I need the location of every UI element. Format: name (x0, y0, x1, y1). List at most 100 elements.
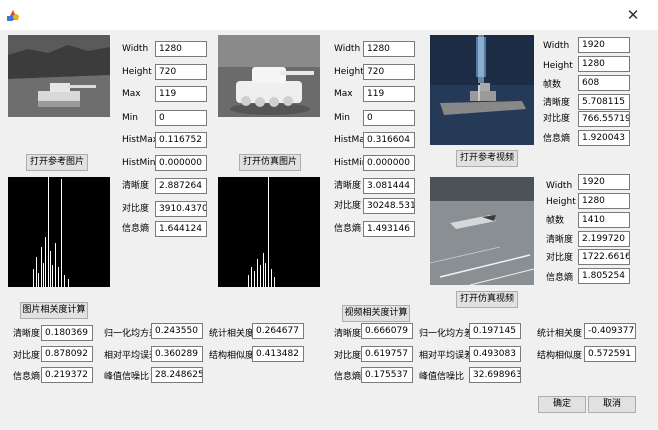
ref-image-preview (8, 35, 110, 117)
simv-height-label: Height (546, 197, 576, 207)
open-ref-image-button[interactable]: 打开参考图片 (26, 154, 88, 171)
sim-sharpness-field[interactable]: 3.081444 (363, 178, 415, 194)
ref-sharpness-label: 清晰度 (122, 181, 150, 191)
simv-width-label: Width (546, 181, 573, 191)
imgc-entropy-label: 信息熵 (13, 372, 41, 382)
simv-sharpness-label: 清晰度 (546, 235, 574, 245)
open-ref-video-button[interactable]: 打开参考视频 (456, 150, 518, 167)
ref-entropy-field[interactable]: 1.644124 (155, 221, 207, 237)
vidc-psnr-field[interactable]: 32.698963 (469, 367, 521, 383)
sim-histmax-field[interactable]: 0.316604 (363, 132, 415, 148)
imgc-psnr-label: 峰值信噪比 (104, 372, 150, 382)
simv-contrast-field[interactable]: 1722.661621 (578, 249, 630, 265)
cancel-button[interactable]: 取消 (588, 396, 636, 413)
imgc-contrast-field[interactable]: 0.878092 (41, 346, 93, 362)
video-corr-button[interactable]: 视频相关度计算 (342, 305, 410, 322)
imgc-entropy-field[interactable]: 0.219372 (41, 367, 93, 383)
refv-contrast-label: 对比度 (543, 114, 571, 124)
open-sim-video-button[interactable]: 打开仿真视频 (456, 291, 518, 308)
refv-sharpness-label: 清晰度 (543, 98, 571, 108)
sim-max-label: Max (334, 89, 353, 99)
simv-width-field[interactable]: 1920 (578, 174, 630, 190)
sim-height-field[interactable]: 720 (363, 64, 415, 80)
refv-entropy-field[interactable]: 1.920043 (578, 130, 630, 146)
sim-max-field[interactable]: 119 (363, 86, 415, 102)
ref-histmin-label: HistMin (122, 158, 156, 168)
imgc-psnr-field[interactable]: 28.248625 (151, 367, 203, 383)
sim-sharpness-label: 清晰度 (334, 181, 362, 191)
imgc-structsim-label: 结构相似度 (209, 351, 255, 361)
refv-frames-field[interactable]: 608 (578, 75, 630, 91)
refv-height-field[interactable]: 1280 (578, 56, 630, 72)
imgc-normvar-label: 归一化均方差 (104, 329, 159, 339)
ref-width-field[interactable]: 1280 (155, 41, 207, 57)
ref-histmin-field[interactable]: 0.000000 (155, 155, 207, 171)
vidc-relerr-field[interactable]: 0.493083 (469, 346, 521, 362)
sim-width-field[interactable]: 1280 (363, 41, 415, 57)
refv-width-label: Width (543, 41, 570, 51)
ref-entropy-label: 信息熵 (122, 224, 150, 234)
simv-contrast-label: 对比度 (546, 253, 574, 263)
ref-histmax-field[interactable]: 0.116752 (155, 132, 207, 148)
vidc-statcorr-label: 统计相关度 (537, 329, 583, 339)
vidc-sharpness-field[interactable]: 0.666079 (361, 323, 413, 339)
ref-histmax-label: HistMax (122, 135, 159, 145)
refv-contrast-field[interactable]: 766.557190 (578, 111, 630, 127)
sim-height-label: Height (334, 67, 364, 77)
close-button[interactable]: ✕ (624, 6, 642, 24)
image-corr-button[interactable]: 图片相关度计算 (20, 302, 88, 319)
vidc-entropy-field[interactable]: 0.175537 (361, 367, 413, 383)
vidc-sharpness-label: 清晰度 (334, 329, 362, 339)
sim-entropy-field[interactable]: 1.493146 (363, 221, 415, 237)
refv-frames-label: 帧数 (543, 80, 562, 90)
vidc-structsim-label: 结构相似度 (537, 351, 583, 361)
refv-entropy-label: 信息熵 (543, 134, 571, 144)
app-icon (7, 10, 19, 21)
vidc-contrast-field[interactable]: 0.619757 (361, 346, 413, 362)
sim-min-field[interactable]: 0 (363, 110, 415, 126)
ref-image-histogram (8, 177, 110, 287)
main-dialog: ✕ 打开参考图片 Width 1280 Height 720 Max 119 M… (0, 0, 658, 430)
simv-sharpness-field[interactable]: 2.199720 (578, 231, 630, 247)
vidc-entropy-label: 信息熵 (334, 372, 362, 382)
ref-contrast-field[interactable]: 3910.437012 (155, 201, 207, 217)
ref-height-field[interactable]: 720 (155, 64, 207, 80)
vidc-psnr-label: 峰值信噪比 (419, 372, 465, 382)
ref-min-label: Min (122, 113, 138, 123)
open-sim-image-button[interactable]: 打开仿真图片 (239, 154, 301, 171)
ok-button[interactable]: 确定 (538, 396, 586, 413)
imgc-structsim-field[interactable]: 0.413482 (252, 346, 304, 362)
ref-contrast-label: 对比度 (122, 204, 150, 214)
sim-video-preview (430, 177, 534, 285)
refv-sharpness-field[interactable]: 5.708115 (578, 94, 630, 110)
ref-sharpness-field[interactable]: 2.887264 (155, 178, 207, 194)
vidc-normvar-label: 归一化均方差 (419, 329, 474, 339)
imgc-normvar-field[interactable]: 0.243550 (151, 323, 203, 339)
sim-min-label: Min (334, 113, 350, 123)
sim-histmin-field[interactable]: 0.000000 (363, 155, 415, 171)
vidc-statcorr-field[interactable]: -0.409377 (584, 323, 636, 339)
imgc-sharpness-label: 清晰度 (13, 329, 41, 339)
simv-height-field[interactable]: 1280 (578, 193, 630, 209)
simv-frames-label: 帧数 (546, 216, 565, 226)
refv-width-field[interactable]: 1920 (578, 37, 630, 53)
simv-entropy-field[interactable]: 1.805254 (578, 268, 630, 284)
ref-height-label: Height (122, 67, 152, 77)
vidc-structsim-field[interactable]: 0.572591 (584, 346, 636, 362)
simv-frames-field[interactable]: 1410 (578, 212, 630, 228)
ref-max-label: Max (122, 89, 141, 99)
vidc-relerr-label: 相对平均误差 (419, 351, 474, 361)
sim-image-histogram (218, 177, 320, 287)
ref-min-field[interactable]: 0 (155, 110, 207, 126)
sim-contrast-field[interactable]: 30248.531250 (363, 198, 415, 214)
ref-max-field[interactable]: 119 (155, 86, 207, 102)
sim-image-preview (218, 35, 320, 117)
ref-width-label: Width (122, 44, 149, 54)
imgc-relerr-field[interactable]: 0.360289 (151, 346, 203, 362)
imgc-statcorr-label: 统计相关度 (209, 329, 255, 339)
imgc-sharpness-field[interactable]: 0.180369 (41, 325, 93, 341)
close-icon: ✕ (626, 6, 640, 24)
vidc-normvar-field[interactable]: 0.197145 (469, 323, 521, 339)
imgc-statcorr-field[interactable]: 0.264677 (252, 323, 304, 339)
title-bar: ✕ (0, 0, 658, 30)
